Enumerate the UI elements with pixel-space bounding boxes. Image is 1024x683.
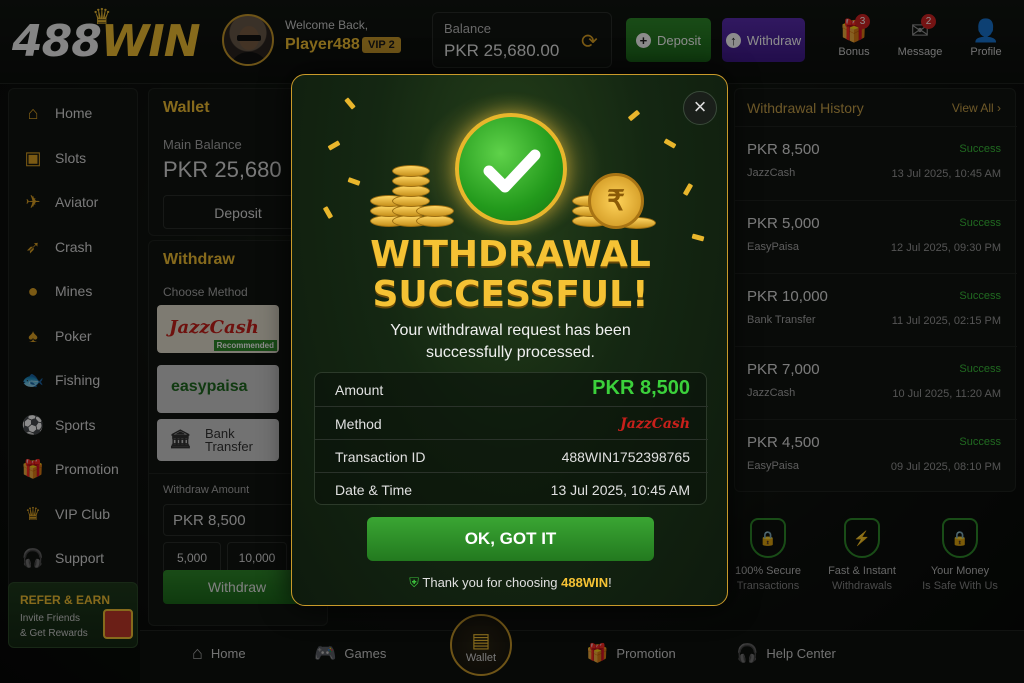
transaction-details: Amount PKR 8,500 Method JazzCash Transacti… (314, 372, 708, 505)
modal-subtitle: Your withdrawal request has been successf… (390, 322, 631, 361)
ok-got-it-button[interactable]: OK, GOT IT (367, 517, 654, 561)
confetti (682, 183, 694, 196)
coin (392, 165, 430, 177)
detail-row-amount: Amount PKR 8,500 (335, 377, 690, 399)
confetti (344, 97, 356, 110)
thanks-message: ⛨ Thank you for choosing 488WIN! (409, 575, 612, 590)
app-root: ♛ 488WIN Welcome Back, Player488 VIP 2 B… (0, 0, 1024, 683)
jazzcash-logo: JazzCash (620, 416, 690, 432)
confetti (663, 138, 677, 149)
modal-title: WITHDRAWAL SUCCESSFUL! (370, 234, 651, 315)
confetti (627, 109, 641, 122)
confetti (327, 140, 341, 151)
shield-icon: ⛨ (409, 575, 420, 590)
coin (416, 205, 454, 217)
rupee-coin-icon: ₹ (588, 173, 644, 229)
detail-row-date-time: Date & Time 13 Jul 2025, 10:45 AM (315, 472, 708, 505)
confetti (322, 206, 334, 219)
close-icon[interactable]: × (683, 91, 717, 125)
checkmark-icon (455, 113, 567, 225)
detail-row-transaction-id: Transaction ID 488WIN1752398765 (315, 439, 708, 472)
detail-amount-value: PKR 8,500 (592, 377, 690, 399)
withdrawal-success-modal: × ₹ WITHDRAWAL SUCCESSFUL! Your withdrawa (291, 74, 728, 606)
detail-row-method: Method JazzCash (315, 406, 708, 439)
confetti (347, 177, 361, 186)
